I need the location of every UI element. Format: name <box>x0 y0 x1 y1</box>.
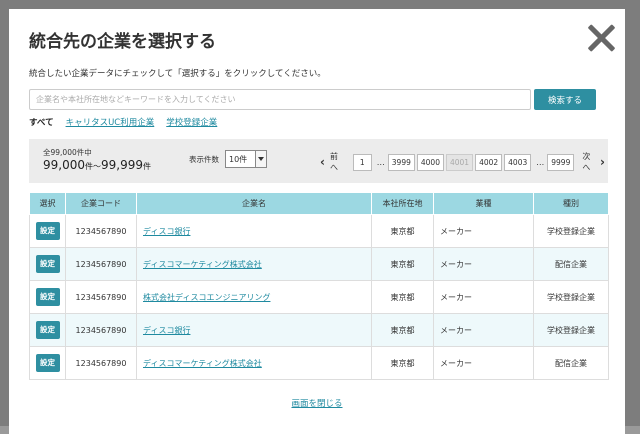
close-screen-link[interactable]: 画面を閉じる <box>291 399 342 409</box>
company-type: 配信企業 <box>533 247 609 281</box>
company-name-link[interactable]: ディスコ銀行 <box>143 227 190 236</box>
pager-ellipsis-right: … <box>536 157 545 167</box>
pager-current-page: 4001 <box>445 153 474 171</box>
company-code: 1234567890 <box>65 313 137 347</box>
set-button[interactable]: 設定 <box>35 222 60 240</box>
filter-all[interactable]: すべて <box>29 116 54 128</box>
col-header-name: 企業名 <box>136 192 372 215</box>
range-start-unit: 件～ <box>85 162 101 171</box>
close-icon[interactable] <box>587 23 617 53</box>
pager-page[interactable]: 4000 <box>416 153 444 171</box>
set-button[interactable]: 設定 <box>35 288 60 306</box>
result-summary-bar: 全99,000件中 99,000件～99,999件 表示件数 10件 ‹ 前へ … <box>29 139 608 183</box>
company-industry: メーカー <box>433 346 534 380</box>
pager-page[interactable]: 3999 <box>387 153 415 171</box>
company-industry: メーカー <box>433 313 534 347</box>
company-code: 1234567890 <box>65 214 137 248</box>
col-header-location: 本社所在地 <box>371 192 434 215</box>
chevron-left-icon[interactable]: ‹ <box>320 155 325 169</box>
company-code: 1234567890 <box>65 280 137 314</box>
company-location: 東京都 <box>371 280 434 314</box>
pagination: ‹ 前へ 1 … 3999 4000 4001 4002 4003 … 9999… <box>317 151 608 173</box>
select-cell: 設定 <box>29 247 66 281</box>
company-industry: メーカー <box>433 247 534 281</box>
set-button[interactable]: 設定 <box>35 354 60 372</box>
pager-prev[interactable]: 前へ <box>330 151 343 173</box>
table-row: 設定 1234567890 ディスコマーケティング株式会社 東京都 メーカー 配… <box>29 247 609 281</box>
pager-ellipsis-left: … <box>376 157 385 167</box>
company-name-link[interactable]: 株式会社ディスコエンジニアリング <box>143 293 270 302</box>
company-name-cell: ディスコ銀行 <box>136 313 372 347</box>
company-type: 学校登録企業 <box>533 280 609 314</box>
company-location: 東京都 <box>371 214 434 248</box>
range-end: 99,999 <box>101 158 143 172</box>
table-row: 設定 1234567890 ディスコ銀行 東京都 メーカー 学校登録企業 <box>29 214 609 248</box>
pager-first[interactable]: 1 <box>352 153 372 171</box>
range-start: 99,000 <box>43 158 85 172</box>
table-row: 設定 1234567890 株式会社ディスコエンジニアリング 東京都 メーカー … <box>29 280 609 314</box>
company-industry: メーカー <box>433 214 534 248</box>
company-name-cell: ディスコマーケティング株式会社 <box>136 346 372 380</box>
search-input[interactable] <box>29 89 531 110</box>
set-button[interactable]: 設定 <box>35 255 60 273</box>
company-location: 東京都 <box>371 313 434 347</box>
col-header-select: 選択 <box>29 192 66 215</box>
company-table: 選択 企業コード 企業名 本社所在地 業種 種別 設定 1234567890 デ… <box>29 192 609 380</box>
company-location: 東京都 <box>371 247 434 281</box>
filter-careertasu[interactable]: キャリタスUC利用企業 <box>66 116 155 128</box>
select-cell: 設定 <box>29 280 66 314</box>
company-industry: メーカー <box>433 280 534 314</box>
col-header-type: 種別 <box>533 192 609 215</box>
modal-description: 統合したい企業データにチェックして「選択する」をクリックしてください。 <box>29 69 326 79</box>
filter-tabs: すべて キャリタスUC利用企業 学校登録企業 <box>29 116 217 128</box>
company-location: 東京都 <box>371 346 434 380</box>
search-button[interactable]: 検索する <box>534 89 596 110</box>
select-cell: 設定 <box>29 214 66 248</box>
pager-next[interactable]: 次へ <box>582 151 595 173</box>
result-range: 99,000件～99,999件 <box>43 158 151 172</box>
per-page-select[interactable]: 10件 <box>225 150 267 168</box>
pager-page[interactable]: 4002 <box>475 153 503 171</box>
modal-title: 統合先の企業を選択する <box>29 32 216 52</box>
company-type: 学校登録企業 <box>533 313 609 347</box>
chevron-down-icon <box>255 151 266 167</box>
set-button[interactable]: 設定 <box>35 321 60 339</box>
close-link-wrapper: 画面を閉じる <box>9 397 625 409</box>
company-type: 学校登録企業 <box>533 214 609 248</box>
table-row: 設定 1234567890 ディスコマーケティング株式会社 東京都 メーカー 配… <box>29 346 609 380</box>
select-cell: 設定 <box>29 346 66 380</box>
company-code: 1234567890 <box>65 247 137 281</box>
pager-page[interactable]: 4003 <box>504 153 532 171</box>
per-page-label: 表示件数 <box>189 155 219 164</box>
col-header-code: 企業コード <box>65 192 137 215</box>
company-name-link[interactable]: ディスコマーケティング株式会社 <box>143 260 262 269</box>
total-count-label: 全99,000件中 <box>43 148 92 157</box>
range-end-unit: 件 <box>143 162 151 171</box>
select-cell: 設定 <box>29 313 66 347</box>
col-header-industry: 業種 <box>433 192 534 215</box>
chevron-right-icon[interactable]: › <box>600 155 605 169</box>
filter-school[interactable]: 学校登録企業 <box>166 116 217 128</box>
table-header-row: 選択 企業コード 企業名 本社所在地 業種 種別 <box>29 192 609 215</box>
table-row: 設定 1234567890 ディスコ銀行 東京都 メーカー 学校登録企業 <box>29 313 609 347</box>
per-page-value: 10件 <box>229 154 248 164</box>
company-code: 1234567890 <box>65 346 137 380</box>
company-name-link[interactable]: ディスコマーケティング株式会社 <box>143 359 262 368</box>
company-type: 配信企業 <box>533 346 609 380</box>
pager-last[interactable]: 9999 <box>547 153 575 171</box>
company-name-cell: ディスコ銀行 <box>136 214 372 248</box>
company-name-cell: ディスコマーケティング株式会社 <box>136 247 372 281</box>
company-name-cell: 株式会社ディスコエンジニアリング <box>136 280 372 314</box>
select-company-modal: 統合先の企業を選択する 統合したい企業データにチェックして「選択する」をクリック… <box>9 9 625 434</box>
company-name-link[interactable]: ディスコ銀行 <box>143 326 190 335</box>
